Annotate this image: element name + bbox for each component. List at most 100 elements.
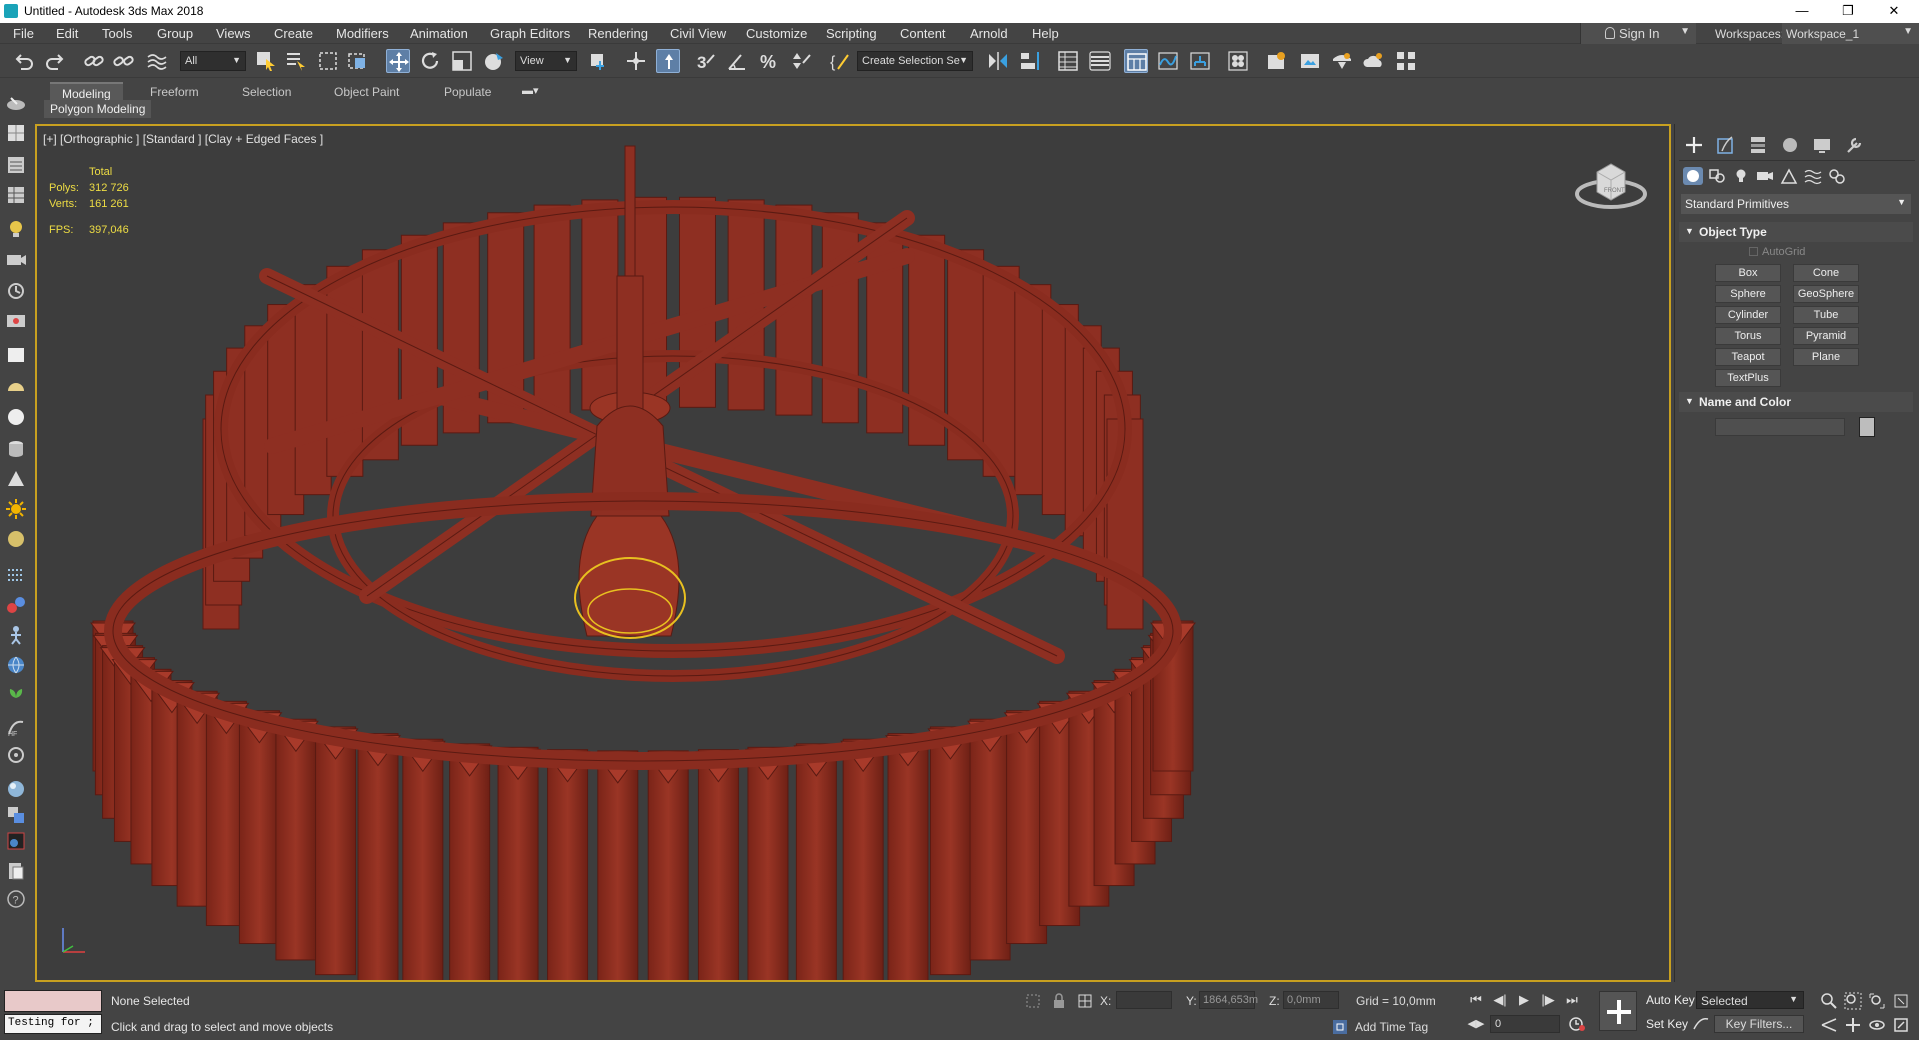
previous-frame-icon[interactable]: ◀| [1490, 990, 1510, 1010]
polygon-tools-icon[interactable] [5, 122, 27, 144]
geometry-category-icon[interactable] [1683, 167, 1703, 185]
helpers-category-icon[interactable] [1779, 167, 1799, 185]
autogrid-checkbox[interactable]: AutoGrid [1749, 246, 1805, 258]
pan-icon[interactable] [1844, 1016, 1862, 1034]
maxscript-listener-output[interactable] [4, 990, 102, 1012]
zoom-icon[interactable] [1820, 992, 1838, 1010]
zoom-extents-all-icon[interactable] [1892, 992, 1910, 1010]
object-type-header[interactable]: ▼ Object Type [1679, 222, 1913, 242]
selection-filter-dropdown[interactable]: All ▼ [180, 51, 246, 71]
systems-category-icon[interactable] [1827, 167, 1847, 185]
absolute-transform-icon[interactable] [1076, 992, 1094, 1010]
next-frame-icon[interactable]: |▶ [1538, 990, 1558, 1010]
menu-content[interactable]: Content [900, 26, 946, 41]
object-color-swatch[interactable] [1859, 417, 1875, 437]
sign-in-dropdown[interactable]: Sign In ▼ [1580, 23, 1696, 44]
plane-button[interactable]: Plane [1793, 348, 1859, 366]
key-filters-button[interactable]: Key Filters... [1714, 1015, 1804, 1033]
a360-gallery-icon[interactable] [1394, 49, 1418, 73]
maximize-viewport-icon[interactable] [1892, 1016, 1910, 1034]
pyramid-button[interactable]: Pyramid [1793, 327, 1859, 345]
geosphere-button[interactable]: GeoSphere [1793, 285, 1859, 303]
menu-group[interactable]: Group [157, 26, 193, 41]
redo-icon[interactable] [43, 49, 67, 73]
menu-graph-editors[interactable]: Graph Editors [490, 26, 570, 41]
help-icon[interactable]: ? [5, 888, 27, 910]
tab-freeform[interactable]: Freeform [138, 82, 211, 102]
z-coord-field[interactable]: 0,0mm [1283, 991, 1339, 1009]
goto-end-icon[interactable]: ⏭ [1562, 990, 1582, 1010]
schematic-view-icon[interactable] [1188, 49, 1212, 73]
render-setup-icon[interactable] [1264, 49, 1288, 73]
polygon-modeling-panel[interactable]: Polygon Modeling [44, 100, 152, 118]
sphere-button[interactable]: Sphere [1715, 285, 1781, 303]
menu-tools[interactable]: Tools [102, 26, 132, 41]
tab-populate[interactable]: Populate [432, 82, 503, 102]
cloth-icon[interactable] [5, 744, 27, 766]
close-button[interactable]: ✕ [1871, 0, 1917, 23]
object-paint-icon[interactable] [5, 92, 27, 114]
zoom-extents-icon[interactable] [1868, 992, 1886, 1010]
angle-snap-icon[interactable] [725, 49, 749, 73]
menu-views[interactable]: Views [216, 26, 250, 41]
toggle-ribbon-icon[interactable] [1124, 49, 1148, 73]
particle-flow-icon[interactable] [5, 564, 27, 586]
tube-button[interactable]: Tube [1793, 306, 1859, 324]
cylinder-icon[interactable] [5, 438, 27, 460]
shapes-category-icon[interactable] [1707, 167, 1727, 185]
render-in-cloud-icon[interactable] [1362, 49, 1386, 73]
globe-icon[interactable] [5, 654, 27, 676]
textplus-button[interactable]: TextPlus [1715, 369, 1781, 387]
snaps-toggle-icon[interactable]: 3 [693, 49, 717, 73]
light-lister-icon[interactable] [5, 218, 27, 240]
menu-rendering[interactable]: Rendering [588, 26, 648, 41]
space-warps-category-icon[interactable] [1803, 167, 1823, 185]
scale-icon[interactable] [450, 49, 474, 73]
cone-icon[interactable] [5, 468, 27, 490]
menu-customize[interactable]: Customize [746, 26, 807, 41]
box-button[interactable]: Box [1715, 264, 1781, 282]
play-icon[interactable]: ▶ [1514, 990, 1534, 1010]
utilities-tab-icon[interactable] [1843, 134, 1865, 156]
camera-tools-icon[interactable] [5, 248, 27, 270]
workspace-dropdown[interactable]: Workspace_1 ▼ [1782, 23, 1919, 44]
set-keys-button[interactable] [1599, 991, 1637, 1031]
list-tools-icon[interactable] [5, 154, 27, 176]
window-crossing-icon[interactable] [346, 49, 370, 73]
script-listener-icon[interactable] [5, 860, 27, 882]
hemisphere-icon[interactable] [5, 376, 27, 398]
rect-selection-icon[interactable] [316, 49, 340, 73]
mirror-icon[interactable] [986, 49, 1010, 73]
menu-create[interactable]: Create [274, 26, 313, 41]
tab-object-paint[interactable]: Object Paint [322, 82, 411, 102]
foliage-icon[interactable] [5, 686, 27, 708]
menu-scripting[interactable]: Scripting [826, 26, 877, 41]
primitive-category-dropdown[interactable]: Standard Primitives ▼ [1681, 194, 1911, 214]
goto-start-icon[interactable]: ⏮ [1466, 990, 1486, 1010]
create-tab-icon[interactable] [1683, 134, 1705, 156]
select-by-name-icon[interactable] [284, 49, 308, 73]
render-production-icon[interactable] [1330, 49, 1354, 73]
edit-named-selection-icon[interactable]: { [828, 49, 852, 73]
ribbon-options-icon[interactable]: ▬▾ [522, 84, 540, 98]
chandelier-model[interactable] [37, 126, 1669, 980]
biped-icon[interactable] [5, 624, 27, 646]
skylight-icon[interactable] [5, 528, 27, 550]
sunlight-icon[interactable] [5, 498, 27, 520]
rotate-icon[interactable] [418, 49, 442, 73]
render-window-icon[interactable] [5, 830, 27, 852]
unlink-icon[interactable] [111, 49, 135, 73]
minimize-button[interactable]: — [1779, 0, 1825, 23]
modify-tab-icon[interactable] [1715, 134, 1737, 156]
select-manipulate-icon[interactable] [624, 49, 648, 73]
y-coord-field[interactable]: 1864,653m [1199, 991, 1258, 1009]
menu-modifiers[interactable]: Modifiers [336, 26, 389, 41]
x-coord-field[interactable] [1116, 991, 1172, 1009]
material-editor-icon[interactable] [1226, 49, 1250, 73]
curve-editor-icon[interactable] [1156, 49, 1180, 73]
keyboard-shortcut-toggle-icon[interactable] [656, 49, 680, 73]
motion-tab-icon[interactable] [1779, 134, 1801, 156]
display-tab-icon[interactable] [1811, 134, 1833, 156]
render-tools-icon[interactable] [5, 310, 27, 332]
teapot-button[interactable]: Teapot [1715, 348, 1781, 366]
